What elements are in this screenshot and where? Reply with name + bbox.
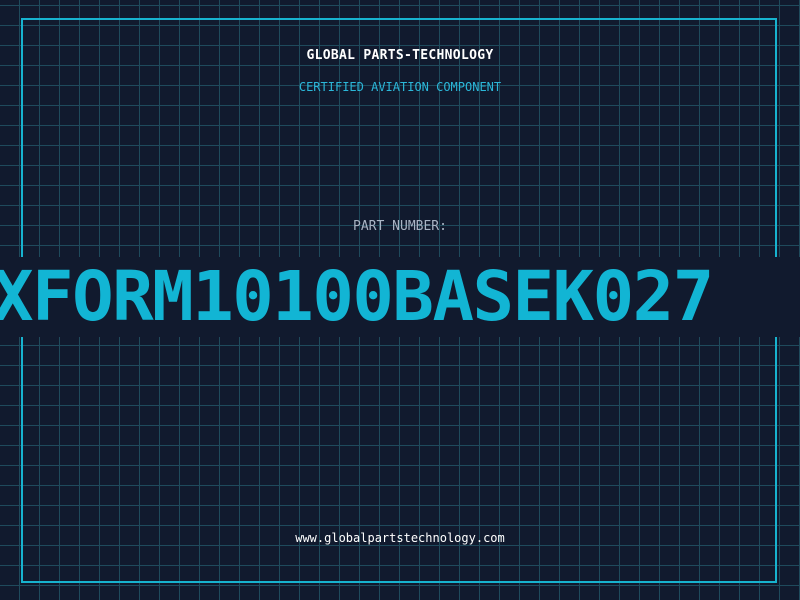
part-number-band: XFORM10100BASEK027: [0, 257, 800, 337]
website-url: www.globalpartstechnology.com: [295, 531, 505, 545]
part-number-label: PART NUMBER:: [353, 219, 447, 234]
company-name: GLOBAL PARTS-TECHNOLOGY: [306, 48, 494, 63]
part-number-value: XFORM10100BASEK027: [0, 257, 714, 337]
certification-subtitle: CERTIFIED AVIATION COMPONENT: [298, 80, 502, 94]
